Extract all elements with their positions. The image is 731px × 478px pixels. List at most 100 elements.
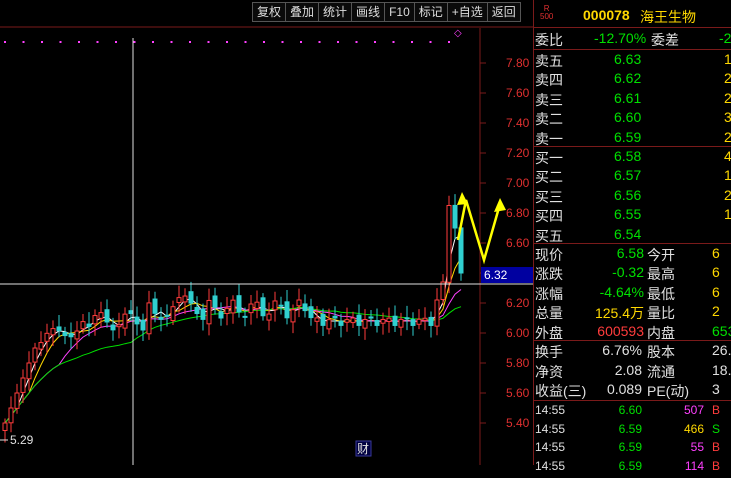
candle-body bbox=[380, 318, 386, 324]
tick-side: B bbox=[712, 440, 721, 454]
y-tick-label: 6.60 bbox=[506, 236, 530, 250]
candle-body bbox=[200, 308, 206, 320]
candle-body bbox=[320, 313, 326, 326]
candle-body bbox=[248, 303, 254, 314]
candle-body bbox=[176, 297, 182, 303]
candle-body bbox=[260, 297, 266, 317]
candle-body bbox=[422, 317, 428, 321]
candle-body bbox=[8, 407, 14, 424]
candle-body bbox=[236, 295, 242, 313]
y-tick-label: 5.40 bbox=[506, 416, 530, 430]
tick-row: 14:55 6.60 507 B bbox=[534, 402, 731, 422]
signal-dot bbox=[226, 41, 228, 43]
bid-price: 6.57 bbox=[614, 167, 642, 184]
statistics-button[interactable]: 统计 bbox=[319, 2, 353, 22]
signal-dot bbox=[355, 41, 358, 43]
tick-price: 6.59 bbox=[618, 458, 642, 473]
signal-dot bbox=[78, 41, 80, 43]
ask-volume: 2 bbox=[724, 70, 731, 87]
bid-row: 买二 6.57 1 bbox=[534, 166, 731, 186]
bid-label: 买二 bbox=[535, 169, 563, 186]
tick-row: 14:55 6.59 55 B bbox=[534, 439, 731, 459]
tick-row: 14:55 6.59 466 S bbox=[534, 421, 731, 441]
candle-body bbox=[50, 328, 56, 336]
bid-price: 6.54 bbox=[614, 225, 642, 242]
stat-value: 6 bbox=[712, 283, 720, 300]
candle-body bbox=[188, 291, 194, 304]
candle-body bbox=[62, 331, 68, 337]
candle-body bbox=[122, 313, 128, 329]
diamond-marker-icon: ◇ bbox=[454, 28, 462, 39]
candle-body bbox=[182, 295, 188, 303]
candle-body bbox=[134, 316, 140, 325]
y-tick-label: 6.20 bbox=[506, 296, 530, 310]
weicha-value: -2 bbox=[719, 30, 731, 46]
bid-row: 买四 6.55 1 bbox=[534, 205, 731, 225]
ask-price: 6.62 bbox=[614, 70, 642, 87]
y-tick-label: 7.60 bbox=[506, 86, 530, 100]
candle-body bbox=[392, 315, 398, 326]
signal-dot bbox=[300, 41, 302, 43]
weicha-label: 委差 bbox=[651, 32, 679, 48]
signal-dot bbox=[411, 41, 413, 43]
finance-badge[interactable]: 财 bbox=[357, 442, 369, 456]
candle-body bbox=[224, 307, 230, 314]
ask-label: 卖三 bbox=[535, 91, 563, 108]
stat-label: 现价 bbox=[535, 247, 563, 263]
tick-price: 6.60 bbox=[618, 403, 642, 417]
stat-value: 125.4万 bbox=[594, 305, 644, 322]
ask-price: 6.59 bbox=[614, 128, 642, 145]
tick-row: 14:55 6.59 114 B bbox=[534, 458, 731, 478]
candle-body bbox=[32, 347, 38, 363]
tick-time: 14:55 bbox=[535, 403, 566, 417]
candle-body bbox=[434, 299, 440, 327]
margin-badge-bottom: 500 bbox=[540, 12, 554, 21]
candle-body bbox=[158, 316, 164, 320]
candle-body bbox=[254, 301, 260, 309]
fundamental-value: 3 bbox=[712, 381, 720, 397]
kline-chart[interactable]: 7.807.607.407.207.006.806.606.406.206.00… bbox=[0, 0, 533, 465]
bid-row: 买五 6.54 bbox=[534, 225, 731, 245]
signal-dot bbox=[281, 41, 284, 43]
candle-body bbox=[242, 315, 248, 318]
ask-volume: 2 bbox=[724, 128, 731, 145]
fundamental-value: 26. bbox=[712, 342, 731, 358]
candle-body bbox=[128, 310, 134, 315]
signal-dot bbox=[429, 41, 432, 43]
candle-body bbox=[314, 317, 320, 322]
y-tick-label: 5.80 bbox=[506, 356, 530, 370]
tick-side: S bbox=[712, 421, 721, 436]
bid-volume: 4 bbox=[724, 148, 731, 164]
stat-value: -0.32 bbox=[612, 264, 644, 281]
ask-price: 6.61 bbox=[614, 89, 642, 106]
bid-row: 买三 6.56 2 bbox=[534, 186, 731, 206]
mark-button[interactable]: 标记 bbox=[414, 2, 448, 22]
stat-value: 6.58 bbox=[616, 245, 644, 261]
chart-toolbar: 复权 叠加 统计 画线 F10 标记 +自选 返回 bbox=[252, 2, 521, 22]
candle-body bbox=[308, 306, 314, 319]
fuquan-button[interactable]: 复权 bbox=[252, 2, 287, 22]
signal-dot bbox=[133, 41, 136, 43]
candle-body bbox=[68, 333, 74, 338]
overlay-button[interactable]: 叠加 bbox=[286, 2, 320, 22]
back-button[interactable]: 返回 bbox=[487, 2, 521, 22]
f10-button[interactable]: F10 bbox=[385, 2, 415, 22]
ask-label: 卖二 bbox=[535, 111, 563, 128]
tick-volume: 507 bbox=[683, 403, 704, 417]
candle-body bbox=[296, 299, 302, 307]
divider bbox=[534, 400, 731, 401]
add-watchlist-button[interactable]: +自选 bbox=[447, 2, 488, 22]
stat-label: 最高 bbox=[647, 266, 675, 283]
signal-dot bbox=[392, 41, 395, 43]
candle-body bbox=[140, 319, 146, 331]
ask-label: 卖五 bbox=[535, 53, 563, 69]
signal-dot bbox=[318, 41, 321, 43]
tick-price: 6.59 bbox=[618, 440, 642, 454]
signal-dot bbox=[337, 41, 339, 43]
ask-row: 卖五 6.63 1 bbox=[534, 50, 731, 70]
draw-line-button[interactable]: 画线 bbox=[352, 2, 386, 22]
stat-row: 涨跌 -0.32 最高 6 bbox=[534, 263, 731, 283]
signal-dot bbox=[96, 41, 99, 43]
tick-time: 14:55 bbox=[535, 458, 566, 473]
signal-dot bbox=[448, 41, 450, 43]
